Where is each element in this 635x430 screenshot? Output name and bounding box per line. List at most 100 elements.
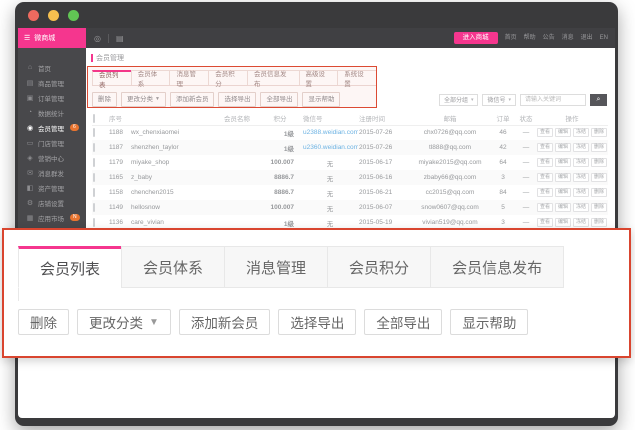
header-menu-item-1[interactable]: 首页 — [505, 35, 517, 41]
group-select[interactable]: 全部分组 ▾ — [439, 94, 479, 106]
row-action-button-1[interactable]: 查看 — [537, 203, 553, 212]
header-menu-item-3[interactable]: 公告 — [543, 35, 555, 41]
toolbar-small-button-3[interactable]: 添加新会员 — [170, 92, 215, 107]
sidebar-item-11[interactable]: ▦应用市场N — [18, 210, 86, 225]
row-action-button-3[interactable]: 冻结 — [573, 188, 589, 197]
row-action-button-3[interactable]: 冻结 — [573, 143, 589, 152]
callout-tab-5[interactable]: 会员信息发布 — [430, 246, 564, 288]
callout-button-4[interactable]: 选择导出 — [278, 309, 356, 335]
row-action-button-4[interactable]: 删除 — [591, 128, 607, 137]
tab-small-2[interactable]: 会员体系 — [131, 70, 171, 85]
callout-tab-2[interactable]: 会员体系 — [121, 246, 225, 288]
toolbar-small-button-4[interactable]: 选择导出 — [218, 92, 256, 107]
header-menu-item-6[interactable]: EN — [600, 35, 608, 41]
row-action-button-2[interactable]: 编辑 — [555, 158, 571, 167]
sidebar-item-9[interactable]: ◧资产管理 — [18, 180, 86, 195]
row-action-button-4[interactable]: 删除 — [591, 203, 607, 212]
checkbox-icon[interactable] — [93, 218, 95, 227]
enter-shop-button[interactable]: 进入商城 — [454, 32, 498, 45]
app-logo[interactable]: ☰ 微商城 — [18, 28, 86, 48]
checkbox-icon[interactable] — [93, 158, 95, 167]
sidebar-item-4[interactable]: ◔数据统计 — [18, 105, 86, 120]
checkbox-icon[interactable] — [93, 173, 95, 182]
toolbar-small-button-2[interactable]: 更改分类▼ — [121, 92, 166, 107]
cell-member-name[interactable]: shenzhen_taylor — [130, 140, 258, 155]
sidebar-item-10[interactable]: ⚙店铺设置 — [18, 195, 86, 210]
header-menu: 首页 帮助 公告 消息 退出 EN — [505, 35, 608, 41]
sidebar-item-8[interactable]: ✉消息群发 — [18, 165, 86, 180]
row-action-button-2[interactable]: 编辑 — [555, 188, 571, 197]
toolbar-small-button-1[interactable]: 删除 — [92, 92, 117, 107]
tab-small-3[interactable]: 消息管理 — [169, 70, 209, 85]
row-action-button-1[interactable]: 查看 — [537, 173, 553, 182]
row-action-button-3[interactable]: 冻结 — [573, 218, 589, 227]
cell-member-name[interactable]: z_baby — [130, 170, 258, 185]
toolbar-small-button-6[interactable]: 显示帮助 — [302, 92, 340, 107]
sidebar-item-7[interactable]: ◈营销中心 — [18, 150, 86, 165]
close-button[interactable] — [28, 10, 39, 21]
toolbar-small-button-5[interactable]: 全部导出 — [260, 92, 298, 107]
wechat-link[interactable]: u2360.weidian.com — [303, 144, 358, 151]
callout-tab-1[interactable]: 会员列表 — [18, 246, 122, 288]
sidebar-item-2[interactable]: ▤商品管理 — [18, 75, 86, 90]
search-button[interactable]: ⌕ — [590, 94, 607, 106]
tab-small-1[interactable]: 会员列表 — [92, 70, 132, 85]
tab-small-4[interactable]: 会员积分 — [208, 70, 248, 85]
sidebar-item-5[interactable]: ◉会员管理6 — [18, 120, 86, 135]
row-action-button-4[interactable]: 删除 — [591, 143, 607, 152]
callout-tab-4[interactable]: 会员积分 — [327, 246, 431, 288]
cell-member-name[interactable]: miyake_shop — [130, 155, 258, 170]
header-menu-item-4[interactable]: 消息 — [562, 35, 574, 41]
maximize-button[interactable] — [68, 10, 79, 21]
callout-button-2[interactable]: 更改分类▼ — [77, 309, 171, 335]
row-action-button-3[interactable]: 冻结 — [573, 203, 589, 212]
sidebar-item-6[interactable]: ▭门店管理 — [18, 135, 86, 150]
row-action-button-2[interactable]: 编辑 — [555, 218, 571, 227]
wechat-link[interactable]: u2388.weidian.com — [303, 129, 358, 136]
chevron-down-icon: ▾ — [471, 97, 474, 103]
row-action-button-2[interactable]: 编辑 — [555, 173, 571, 182]
row-action-button-1[interactable]: 查看 — [537, 158, 553, 167]
cell-member-name[interactable]: hellosnow — [130, 200, 258, 215]
row-action-button-4[interactable]: 删除 — [591, 188, 607, 197]
row-action-button-3[interactable]: 冻结 — [573, 173, 589, 182]
row-action-button-4[interactable]: 删除 — [591, 158, 607, 167]
row-action-button-3[interactable]: 冻结 — [573, 128, 589, 137]
row-action-button-1[interactable]: 查看 — [537, 143, 553, 152]
cell-member-name[interactable]: chenchen2015 — [130, 185, 258, 200]
tab-small-6[interactable]: 高级设置 — [299, 70, 339, 85]
minimize-button[interactable] — [48, 10, 59, 21]
sidebar-item-3[interactable]: ▣订单管理 — [18, 90, 86, 105]
callout-button-5[interactable]: 全部导出 — [364, 309, 442, 335]
checkbox-icon[interactable] — [93, 128, 95, 137]
row-action-button-1[interactable]: 查看 — [537, 218, 553, 227]
sidebar-item-label: 订单管理 — [38, 93, 64, 103]
row-action-button-1[interactable]: 查看 — [537, 128, 553, 137]
select-all-checkbox[interactable] — [92, 112, 108, 125]
cell-email: snow0607@qq.com — [410, 200, 490, 215]
search-input[interactable] — [520, 94, 586, 106]
callout-button-3[interactable]: 添加新会员 — [179, 309, 271, 335]
row-action-button-2[interactable]: 编辑 — [555, 203, 571, 212]
row-action-button-2[interactable]: 编辑 — [555, 143, 571, 152]
checkbox-icon[interactable] — [93, 203, 95, 212]
checkbox-icon[interactable] — [93, 143, 95, 152]
type-select[interactable]: 微信号 ▾ — [482, 94, 516, 106]
cell-member-name[interactable]: wx_chenxiaomei — [130, 125, 258, 140]
grid-icon[interactable]: ▤ — [116, 34, 124, 43]
header-menu-item-2[interactable]: 帮助 — [524, 35, 536, 41]
row-action-button-4[interactable]: 删除 — [591, 218, 607, 227]
tab-small-7[interactable]: 系统设置 — [337, 70, 377, 85]
checkbox-icon[interactable] — [93, 188, 95, 197]
callout-button-6[interactable]: 显示帮助 — [450, 309, 528, 335]
row-action-button-3[interactable]: 冻结 — [573, 158, 589, 167]
header-menu-item-5[interactable]: 退出 — [581, 35, 593, 41]
row-action-button-2[interactable]: 编辑 — [555, 128, 571, 137]
tab-small-5[interactable]: 会员信息发布 — [247, 70, 300, 85]
row-action-button-4[interactable]: 删除 — [591, 173, 607, 182]
callout-tab-3[interactable]: 消息管理 — [224, 246, 328, 288]
callout-button-1[interactable]: 删除 — [18, 309, 69, 335]
sidebar-item-1[interactable]: ⌂首页 — [18, 60, 86, 75]
row-action-button-1[interactable]: 查看 — [537, 188, 553, 197]
refresh-icon[interactable]: ◎ — [94, 34, 101, 43]
